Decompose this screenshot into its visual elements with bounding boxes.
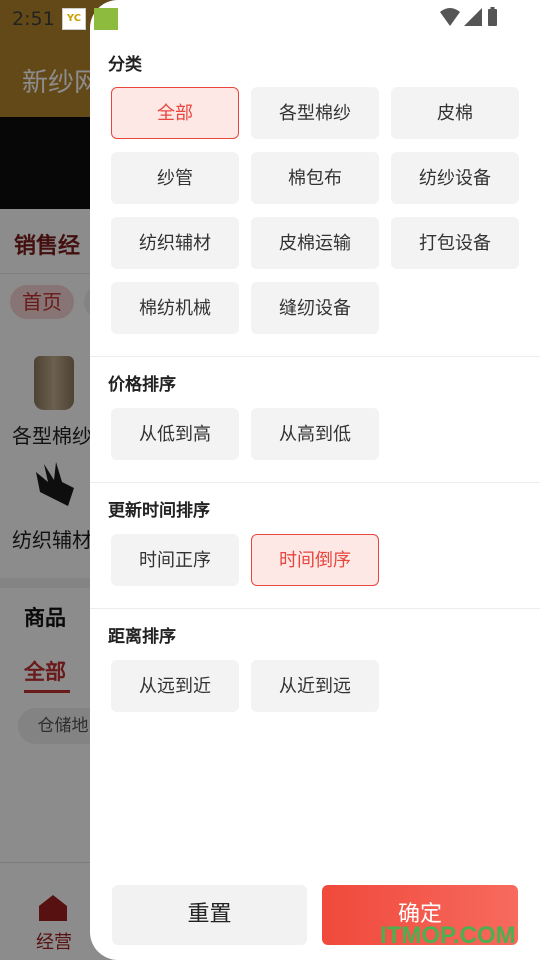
category-option-lint-cotton[interactable]: 皮棉: [391, 87, 519, 139]
reset-button[interactable]: 重置: [112, 885, 307, 945]
category-option-bobbin[interactable]: 纱管: [111, 152, 239, 204]
category-option-yarn[interactable]: 各型棉纱: [251, 87, 379, 139]
section-divider: [90, 608, 540, 609]
time-descending[interactable]: 时间倒序: [251, 534, 379, 586]
green-app-icon: [94, 8, 118, 30]
distance-sort-title: 距离排序: [108, 627, 176, 647]
category-section-title: 分类: [108, 55, 142, 75]
category-option-sewing-equipment[interactable]: 缝纫设备: [251, 282, 379, 334]
battery-icon: [488, 7, 497, 26]
price-sort-title: 价格排序: [108, 375, 176, 395]
category-option-spinning-equipment[interactable]: 纺纱设备: [391, 152, 519, 204]
category-option-baling-equipment[interactable]: 打包设备: [391, 217, 519, 269]
distance-near-to-far[interactable]: 从近到远: [251, 660, 379, 712]
category-option-textile-accessories[interactable]: 纺织辅材: [111, 217, 239, 269]
time-ascending[interactable]: 时间正序: [111, 534, 239, 586]
category-option-all[interactable]: 全部: [111, 87, 239, 139]
distance-far-to-near[interactable]: 从远到近: [111, 660, 239, 712]
signal-icon: [464, 8, 482, 26]
section-divider: [90, 356, 540, 357]
price-high-to-low[interactable]: 从高到低: [251, 408, 379, 460]
watermark: ITMOP.COM: [380, 922, 516, 949]
category-option-cotton-transport[interactable]: 皮棉运输: [251, 217, 379, 269]
yc-app-icon: YC: [62, 8, 86, 30]
wifi-icon: [440, 8, 460, 26]
price-low-to-high[interactable]: 从低到高: [111, 408, 239, 460]
section-divider: [90, 482, 540, 483]
time-sort-title: 更新时间排序: [108, 501, 210, 521]
filter-drawer: 分类 全部 各型棉纱 皮棉 纱管 棉包布 纺纱设备 纺织辅材 皮棉运输 打包设备…: [90, 0, 540, 960]
status-time: 2:51: [12, 8, 55, 30]
category-option-cotton-machinery[interactable]: 棉纺机械: [111, 282, 239, 334]
status-icons: [440, 7, 497, 26]
category-option-bale-cloth[interactable]: 棉包布: [251, 152, 379, 204]
